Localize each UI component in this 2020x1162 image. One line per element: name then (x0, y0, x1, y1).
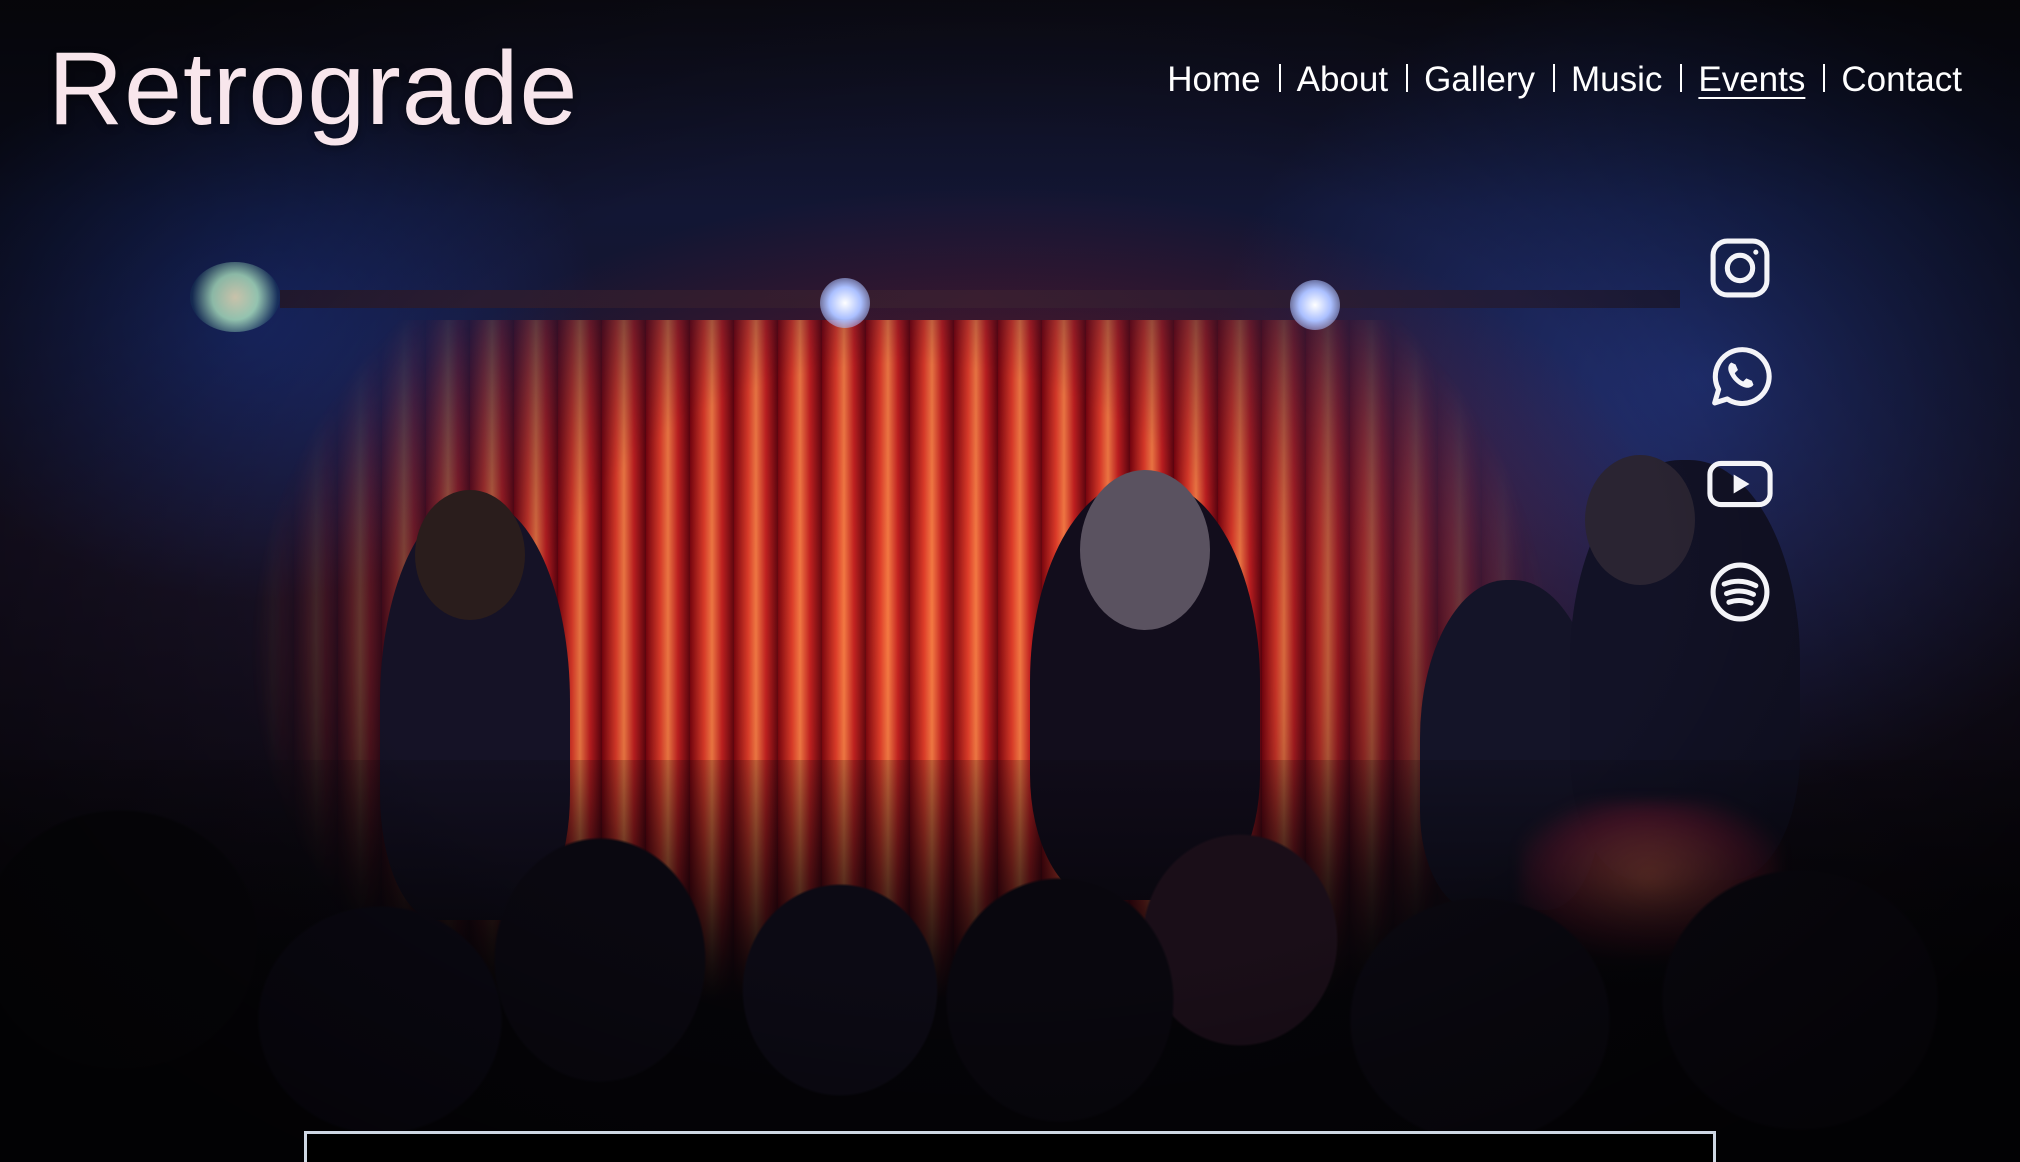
nav-item-events[interactable]: Events (1680, 58, 1823, 102)
main-nav: Home About Gallery Music Events Contact (1149, 58, 1980, 102)
nav-item-about[interactable]: About (1278, 58, 1406, 102)
nav-item-label: Home (1167, 60, 1261, 99)
site-logo[interactable]: Retrograde (48, 30, 578, 150)
instagram-link[interactable] (1702, 230, 1778, 306)
whatsapp-icon (1712, 347, 1772, 406)
nav-item-gallery[interactable]: Gallery (1406, 58, 1553, 102)
nav-item-music[interactable]: Music (1552, 58, 1680, 102)
whatsapp-link[interactable] (1702, 338, 1778, 414)
hero-background: Retrograde Home About Gallery Music Even… (0, 0, 2020, 1162)
instagram-icon (1710, 238, 1770, 298)
social-links (1700, 230, 1780, 630)
nav-item-contact[interactable]: Contact (1823, 58, 1980, 102)
spotify-icon (1710, 562, 1770, 622)
nav-item-label: About (1296, 60, 1389, 99)
nav-item-label: Gallery (1424, 60, 1535, 99)
nav-item-label: Contact (1841, 60, 1962, 99)
youtube-link[interactable] (1702, 446, 1778, 522)
nav-item-label: Events (1698, 60, 1806, 99)
nav-item-label: Music (1570, 60, 1663, 99)
youtube-icon (1707, 460, 1773, 508)
nav-item-home[interactable]: Home (1149, 58, 1278, 102)
content-panel (304, 1131, 1716, 1162)
spotify-link[interactable] (1702, 554, 1778, 630)
